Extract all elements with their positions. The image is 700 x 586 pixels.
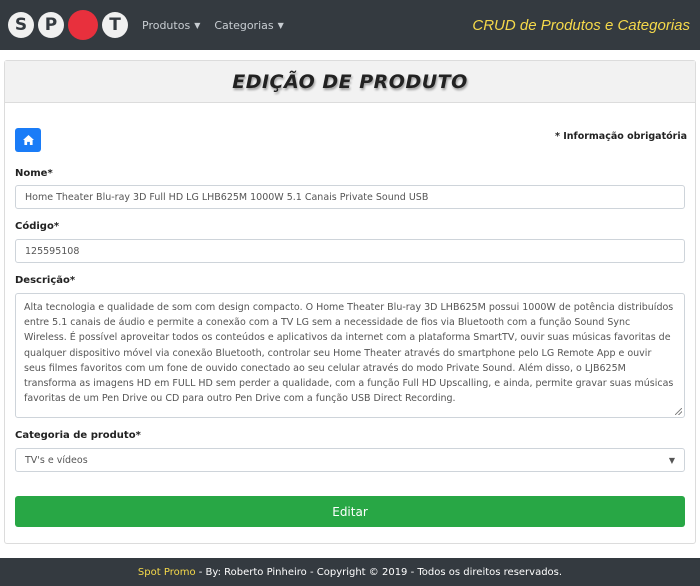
footer-text: - By: Roberto Pinheiro - Copyright © 201… [195, 566, 563, 578]
caret-down-icon: ▼ [277, 20, 284, 30]
nav-categorias-label: Categorias [214, 18, 274, 32]
name-label: Nome* [15, 168, 53, 179]
home-icon [22, 135, 34, 145]
name-input[interactable]: Home Theater Blu-ray 3D Full HD LG LHB62… [15, 185, 685, 209]
select-arrow-icon: ▼ [668, 455, 675, 465]
navbar-title: CRUD de Produtos e Categorias [472, 16, 690, 34]
name-input-value: Home Theater Blu-ray 3D Full HD LG LHB62… [25, 191, 429, 203]
nav-dropdown-categorias[interactable]: Categorias ▼ [214, 19, 283, 32]
card-header: EDIÇÃO DE PRODUTO [5, 61, 695, 103]
description-textarea[interactable]: Alta tecnologia e qualidade de som com d… [15, 293, 685, 418]
edit-submit-button[interactable]: Editar [15, 496, 685, 527]
home-button[interactable] [15, 128, 41, 152]
code-label: Código* [15, 221, 60, 232]
description-label: Descrição* [15, 275, 76, 286]
logo-red-dot [68, 10, 98, 40]
nav-dropdown-produtos[interactable]: Produtos ▼ [142, 19, 200, 32]
footer: Spot Promo - By: Roberto Pinheiro - Copy… [0, 558, 700, 586]
logo[interactable]: S P T [8, 10, 128, 40]
required-info-note: * Informação obrigatória [554, 131, 687, 142]
code-input-value: 125595108 [25, 245, 80, 257]
code-input[interactable]: 125595108 [15, 239, 685, 263]
logo-letter-t: T [102, 12, 128, 38]
footer-brand-link[interactable]: Spot Promo [138, 567, 196, 578]
logo-letter-p: P [38, 12, 64, 38]
navbar: S P T Produtos ▼ Categorias ▼ CRUD de Pr… [0, 0, 700, 50]
caret-down-icon: ▼ [194, 20, 201, 30]
page-title: EDIÇÃO DE PRODUTO [232, 70, 468, 93]
logo-letter-s: S [8, 12, 34, 38]
nav-produtos-label: Produtos [142, 18, 191, 32]
description-value: Alta tecnologia e qualidade de som com d… [24, 302, 674, 405]
category-select-value: TV's e vídeos [25, 454, 88, 466]
category-select[interactable]: TV's e vídeos ▼ [15, 448, 685, 472]
resize-handle-icon[interactable] [675, 408, 682, 415]
category-label: Categoria de produto* [15, 430, 141, 441]
edit-product-card: EDIÇÃO DE PRODUTO * Informação obrigatór… [4, 60, 696, 544]
